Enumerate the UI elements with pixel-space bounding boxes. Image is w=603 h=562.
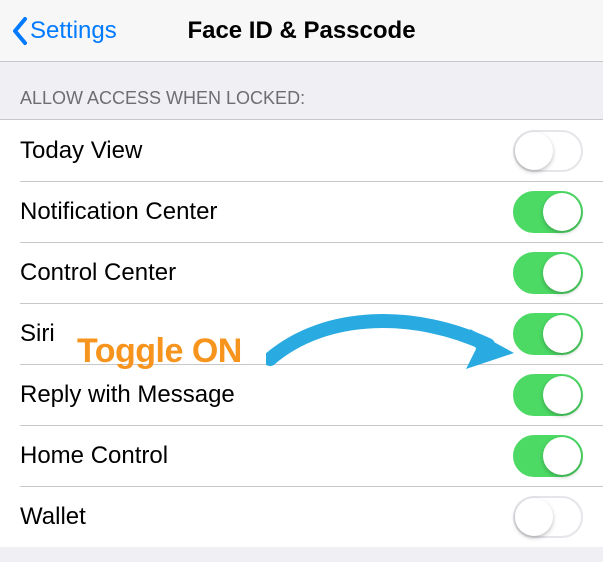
navbar: Settings Face ID & Passcode [0, 0, 603, 62]
toggle-home-control[interactable] [513, 435, 583, 477]
section-header: ALLOW ACCESS WHEN LOCKED: [0, 62, 603, 120]
toggle-knob [515, 132, 553, 170]
row-wallet: Wallet [0, 486, 603, 547]
back-label: Settings [30, 17, 117, 45]
row-today-view: Today View [0, 120, 603, 181]
toggle-today-view[interactable] [513, 130, 583, 172]
toggle-knob [543, 315, 581, 353]
toggle-knob [543, 437, 581, 475]
toggle-siri[interactable] [513, 313, 583, 355]
row-label: Control Center [20, 259, 176, 287]
toggle-notification-center[interactable] [513, 191, 583, 233]
row-label: Siri [20, 320, 55, 348]
row-label: Notification Center [20, 198, 217, 226]
row-control-center: Control Center [0, 242, 603, 303]
back-button[interactable]: Settings [12, 17, 117, 45]
row-notification-center: Notification Center [0, 181, 603, 242]
row-label: Today View [20, 137, 142, 165]
row-reply-with-message: Reply with Message [0, 364, 603, 425]
toggle-knob [543, 193, 581, 231]
toggle-wallet[interactable] [513, 496, 583, 538]
toggle-control-center[interactable] [513, 252, 583, 294]
chevron-left-icon [12, 17, 28, 45]
row-label: Wallet [20, 503, 86, 531]
row-label: Reply with Message [20, 381, 235, 409]
toggle-knob [543, 254, 581, 292]
toggle-reply-with-message[interactable] [513, 374, 583, 416]
toggle-knob [515, 498, 553, 536]
row-home-control: Home Control [0, 425, 603, 486]
toggle-knob [543, 376, 581, 414]
annotation-label: Toggle ON [77, 332, 242, 371]
row-label: Home Control [20, 442, 168, 470]
